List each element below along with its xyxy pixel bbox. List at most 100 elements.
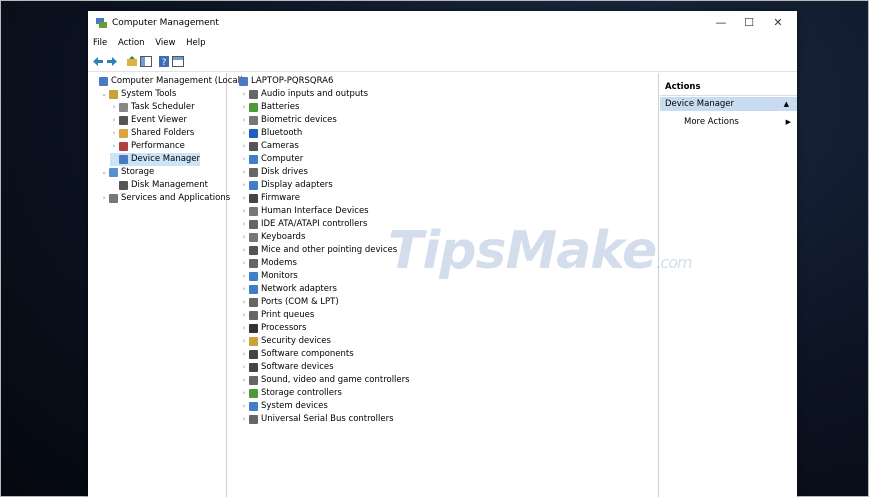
chevron-right-icon[interactable]: › bbox=[240, 192, 248, 205]
tree-item-event-viewer[interactable]: › Event Viewer bbox=[110, 114, 187, 127]
tree-item-task-scheduler[interactable]: › Task Scheduler bbox=[110, 101, 195, 114]
device-category-monitors[interactable]: › Monitors bbox=[240, 270, 298, 283]
collapse-arrow-icon[interactable]: ▲ bbox=[784, 97, 789, 111]
device-category-system-devices[interactable]: › System devices bbox=[240, 400, 328, 413]
chevron-right-icon[interactable]: › bbox=[110, 140, 118, 153]
back-arrow-icon[interactable] bbox=[92, 56, 104, 67]
maximize-button[interactable]: ☐ bbox=[735, 15, 763, 31]
chevron-right-icon[interactable]: › bbox=[240, 348, 248, 361]
device-category-label: Bluetooth bbox=[261, 128, 303, 138]
chevron-right-icon[interactable]: › bbox=[240, 335, 248, 348]
chevron-right-icon[interactable]: › bbox=[240, 127, 248, 140]
properties-icon[interactable] bbox=[172, 56, 184, 67]
chevron-down-icon[interactable]: ⌄ bbox=[100, 88, 108, 101]
device-root-node[interactable]: ⌄ LAPTOP-PQRSQRA6 bbox=[230, 75, 333, 88]
chevron-right-icon[interactable]: › bbox=[240, 296, 248, 309]
actions-device-manager-section[interactable]: Device Manager ▲ bbox=[660, 97, 797, 111]
device-category-storage-controllers[interactable]: › Storage controllers bbox=[240, 387, 342, 400]
chevron-right-icon[interactable]: › bbox=[240, 309, 248, 322]
chevron-right-icon[interactable]: › bbox=[240, 400, 248, 413]
device-category-biometric-devices[interactable]: › Biometric devices bbox=[240, 114, 337, 127]
device-category-human-interface-devices[interactable]: › Human Interface Devices bbox=[240, 205, 369, 218]
minimize-button[interactable]: — bbox=[707, 15, 735, 31]
up-folder-icon[interactable] bbox=[126, 56, 138, 67]
tree-item-services-and-applications[interactable]: › Services and Applications bbox=[100, 192, 230, 205]
menu-action[interactable]: Action bbox=[118, 38, 145, 48]
chevron-right-icon[interactable]: › bbox=[240, 322, 248, 335]
tree-item-shared-folders[interactable]: › Shared Folders bbox=[110, 127, 194, 140]
help-icon[interactable]: ? bbox=[158, 56, 170, 67]
chevron-right-icon[interactable]: › bbox=[110, 127, 118, 140]
device-category-audio-inputs-and-outputs[interactable]: › Audio inputs and outputs bbox=[240, 88, 368, 101]
show-hide-tree-icon[interactable] bbox=[140, 56, 152, 67]
performance-icon bbox=[119, 142, 128, 151]
chevron-right-icon[interactable]: › bbox=[110, 114, 118, 127]
chevron-right-icon[interactable]: › bbox=[110, 101, 118, 114]
tree-item-performance[interactable]: › Performance bbox=[110, 140, 185, 153]
device-category-label: Monitors bbox=[261, 271, 298, 281]
tree-item-computer-management-local[interactable]: Computer Management (Local) bbox=[90, 75, 243, 88]
chevron-right-icon[interactable]: › bbox=[240, 257, 248, 270]
device-category-processors[interactable]: › Processors bbox=[240, 322, 306, 335]
chevron-right-icon[interactable]: › bbox=[240, 101, 248, 114]
device-category-firmware[interactable]: › Firmware bbox=[240, 192, 300, 205]
forward-arrow-icon[interactable] bbox=[106, 56, 118, 67]
chevron-right-icon[interactable]: › bbox=[240, 179, 248, 192]
device-category-cameras[interactable]: › Cameras bbox=[240, 140, 299, 153]
chevron-right-icon[interactable]: › bbox=[100, 192, 108, 205]
menu-file[interactable]: File bbox=[93, 38, 107, 48]
chevron-down-icon[interactable]: ⌄ bbox=[100, 166, 108, 179]
device-category-display-adapters[interactable]: › Display adapters bbox=[240, 179, 333, 192]
chevron-right-icon[interactable]: › bbox=[240, 153, 248, 166]
device-category-label: Security devices bbox=[261, 336, 331, 346]
camera-icon bbox=[249, 142, 258, 151]
services-icon bbox=[109, 194, 118, 203]
device-category-ports-com-lpt[interactable]: › Ports (COM & LPT) bbox=[240, 296, 339, 309]
network-adapter-icon bbox=[249, 285, 258, 294]
chevron-right-icon[interactable]: › bbox=[240, 114, 248, 127]
chevron-right-icon[interactable]: › bbox=[240, 283, 248, 296]
device-category-bluetooth[interactable]: › Bluetooth bbox=[240, 127, 302, 140]
computer-management-app-icon bbox=[96, 18, 107, 28]
chevron-right-icon[interactable]: › bbox=[240, 218, 248, 231]
tree-item-device-manager[interactable]: Device Manager bbox=[110, 153, 201, 166]
chevron-right-icon[interactable]: › bbox=[240, 231, 248, 244]
device-category-sound-video-and-game-controllers[interactable]: › Sound, video and game controllers bbox=[240, 374, 410, 387]
bluetooth-icon bbox=[249, 129, 258, 138]
device-category-software-devices[interactable]: › Software devices bbox=[240, 361, 334, 374]
device-category-mice-and-other-pointing-devices[interactable]: › Mice and other pointing devices bbox=[240, 244, 397, 257]
tree-item-disk-management[interactable]: Disk Management bbox=[110, 179, 208, 192]
device-category-label: Universal Serial Bus controllers bbox=[261, 414, 394, 424]
event-viewer-icon bbox=[119, 116, 128, 125]
device-category-computer[interactable]: › Computer bbox=[240, 153, 303, 166]
device-category-disk-drives[interactable]: › Disk drives bbox=[240, 166, 308, 179]
menu-view[interactable]: View bbox=[155, 38, 175, 48]
more-actions-item[interactable]: More Actions ▶ bbox=[684, 115, 797, 129]
device-category-label: Batteries bbox=[261, 102, 300, 112]
actions-title: Actions bbox=[660, 79, 797, 96]
device-category-software-components[interactable]: › Software components bbox=[240, 348, 354, 361]
device-category-security-devices[interactable]: › Security devices bbox=[240, 335, 331, 348]
device-category-modems[interactable]: › Modems bbox=[240, 257, 297, 270]
device-category-print-queues[interactable]: › Print queues bbox=[240, 309, 314, 322]
device-category-universal-serial-bus-controllers[interactable]: › Universal Serial Bus controllers bbox=[240, 413, 394, 426]
menu-help[interactable]: Help bbox=[186, 38, 205, 48]
chevron-right-icon[interactable]: › bbox=[240, 88, 248, 101]
more-actions-label: More Actions bbox=[684, 117, 739, 127]
chevron-right-icon[interactable]: › bbox=[240, 205, 248, 218]
chevron-right-icon[interactable]: › bbox=[240, 413, 248, 426]
close-button[interactable]: ✕ bbox=[764, 15, 792, 31]
chevron-right-icon[interactable]: › bbox=[240, 140, 248, 153]
chevron-right-icon[interactable]: › bbox=[240, 361, 248, 374]
chevron-right-icon[interactable]: › bbox=[240, 270, 248, 283]
device-category-ide-ata-atapi-controllers[interactable]: › IDE ATA/ATAPI controllers bbox=[240, 218, 367, 231]
chevron-right-icon[interactable]: › bbox=[240, 374, 248, 387]
chevron-right-icon[interactable]: › bbox=[240, 387, 248, 400]
tree-item-system-tools[interactable]: ⌄ System Tools bbox=[100, 88, 176, 101]
chevron-right-icon[interactable]: › bbox=[240, 166, 248, 179]
device-category-batteries[interactable]: › Batteries bbox=[240, 101, 299, 114]
tree-item-storage[interactable]: ⌄ Storage bbox=[100, 166, 154, 179]
device-category-network-adapters[interactable]: › Network adapters bbox=[240, 283, 337, 296]
device-category-keyboards[interactable]: › Keyboards bbox=[240, 231, 305, 244]
chevron-right-icon[interactable]: › bbox=[240, 244, 248, 257]
